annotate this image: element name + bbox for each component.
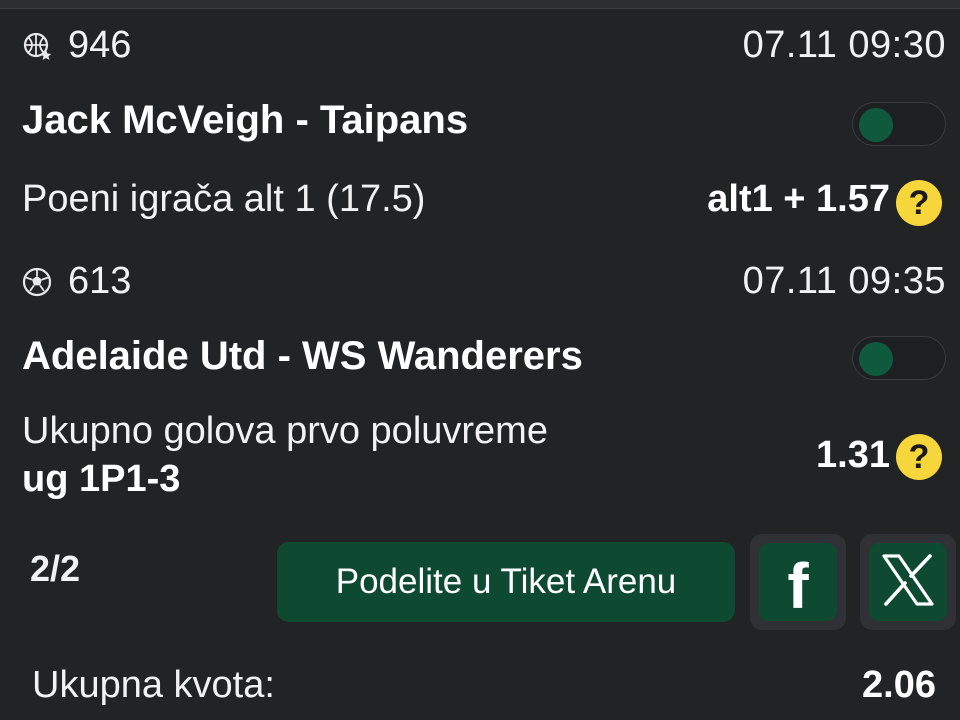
event-id: 946 — [22, 24, 131, 67]
page-counter: 2/2 — [30, 548, 81, 589]
odds-value: 1.31 — [816, 434, 890, 476]
event-header: 946 07.11 09:30 — [22, 24, 946, 74]
market-pick: ug 1P1-3 — [22, 458, 181, 500]
event-toggle[interactable] — [852, 336, 946, 380]
share-button-label: Podelite u Tiket Arenu — [335, 562, 677, 601]
toggle-knob — [859, 108, 893, 142]
event-toggle[interactable] — [852, 102, 946, 146]
help-icon[interactable]: ? — [896, 180, 942, 226]
event-header: 613 07.11 09:35 — [22, 260, 946, 310]
top-divider — [0, 0, 960, 9]
help-icon[interactable]: ? — [896, 434, 942, 480]
match-title: Adelaide Utd - WS Wanderers — [22, 334, 583, 378]
odds-value: alt1 + 1.57 — [707, 178, 890, 220]
share-ticket-arena-button[interactable]: Podelite u Tiket Arenu — [277, 542, 735, 622]
event-id-number: 946 — [68, 24, 132, 66]
facebook-share-button[interactable]: f — [750, 534, 846, 630]
total-odds-label: Ukupna kvota: — [32, 664, 275, 706]
event-datetime: 07.11 09:30 — [742, 24, 946, 66]
market-name: Poeni igrača alt 1 (17.5) — [22, 178, 426, 220]
event-id-number: 613 — [68, 260, 132, 302]
total-odds-value: 2.06 — [862, 664, 936, 706]
x-logo-icon — [880, 553, 936, 611]
facebook-icon: f — [787, 550, 809, 622]
match-title: Jack McVeigh - Taipans — [22, 98, 469, 142]
basketball-icon — [22, 31, 52, 61]
toggle-knob — [859, 342, 893, 376]
x-share-button[interactable] — [860, 534, 956, 630]
market-name: Ukupno golova prvo poluvreme — [22, 410, 548, 452]
event-datetime: 07.11 09:35 — [742, 260, 946, 302]
event-id: 613 — [22, 260, 131, 303]
football-icon — [22, 267, 52, 297]
